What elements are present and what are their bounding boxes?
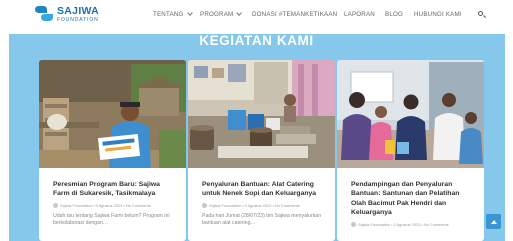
nav-item-blog[interactable]: BLOG [385,11,403,18]
card-meta-text: Sajiwa Foundation • 9 Agustus 2023 • No … [60,202,151,208]
card-meta: Sajiwa Foundation • 3 Agustus 2023 • No … [202,203,326,208]
nav-item-label: HUBUNGI KAMI [414,11,462,18]
chevron-down-icon [186,10,193,16]
nav-item-label: PROGRAM [200,11,234,18]
nav-item-laporan[interactable]: LAPORAN [344,11,375,18]
activity-card[interactable]: Pendampingan dan Penyaluran Bantuan: San… [337,60,484,241]
card-title[interactable]: Peresmian Program Baru: Sajiwa Farm di S… [53,180,177,199]
nav-item-program[interactable]: PROGRAM [200,10,243,18]
nav-item-donasi[interactable]: DONASI #TEMANKETIKAAN [252,11,337,18]
nav-item-label: LAPORAN [344,11,375,18]
card-excerpt: Udah tau tentang Sajiwa Farm belum? Prog… [53,213,170,227]
nav-item-label: TENTANG [153,11,184,18]
card-meta-text: Sajiwa Foundation • 2 Agustus 2023 • No … [358,221,449,227]
arrow-up-icon [490,219,497,224]
card-title[interactable]: Pendampingan dan Penyaluran Bantuan: San… [351,180,475,218]
card-image-farm[interactable] [39,60,186,168]
author-avatar [53,203,58,208]
main-nav: TENTANG PROGRAM DONASI #TEMANKETIKAAN LA… [0,10,513,23]
card-title[interactable]: Penyaluran Bantuan: Alat Catering untuk … [202,180,326,199]
nav-item-hubungi-kami[interactable]: HUBUNGI KAMI [414,11,462,18]
card-image-family[interactable] [337,60,484,168]
author-avatar [202,203,207,208]
author-avatar [351,221,356,227]
activity-card[interactable]: Peresmian Program Baru: Sajiwa Farm di S… [39,60,186,241]
scroll-to-top-button[interactable] [486,214,501,229]
activity-card[interactable]: Penyaluran Bantuan: Alat Catering untuk … [188,60,335,241]
section-title: KEGIATAN KAMI [199,33,314,48]
search-icon[interactable] [478,11,486,19]
site-header: SAJIWA FOUNDATION TENTANG PROGRAM DONASI… [0,0,513,34]
nav-item-tentang[interactable]: TENTANG [153,10,193,18]
card-meta-text: Sajiwa Foundation • 3 Agustus 2023 • No … [209,202,300,208]
nav-item-label: BLOG [385,11,403,18]
card-image-catering[interactable] [188,60,335,168]
card-meta: Sajiwa Foundation • 2 Agustus 2023 • No … [351,222,475,227]
card-meta: Sajiwa Foundation • 9 Agustus 2023 • No … [53,203,177,208]
card-excerpt: Pada hari Jumat (28/07/23) tim Sajiwa me… [202,213,322,227]
nav-item-label: DONASI #TEMANKETIKAAN [252,11,338,18]
chevron-down-icon [236,10,243,16]
